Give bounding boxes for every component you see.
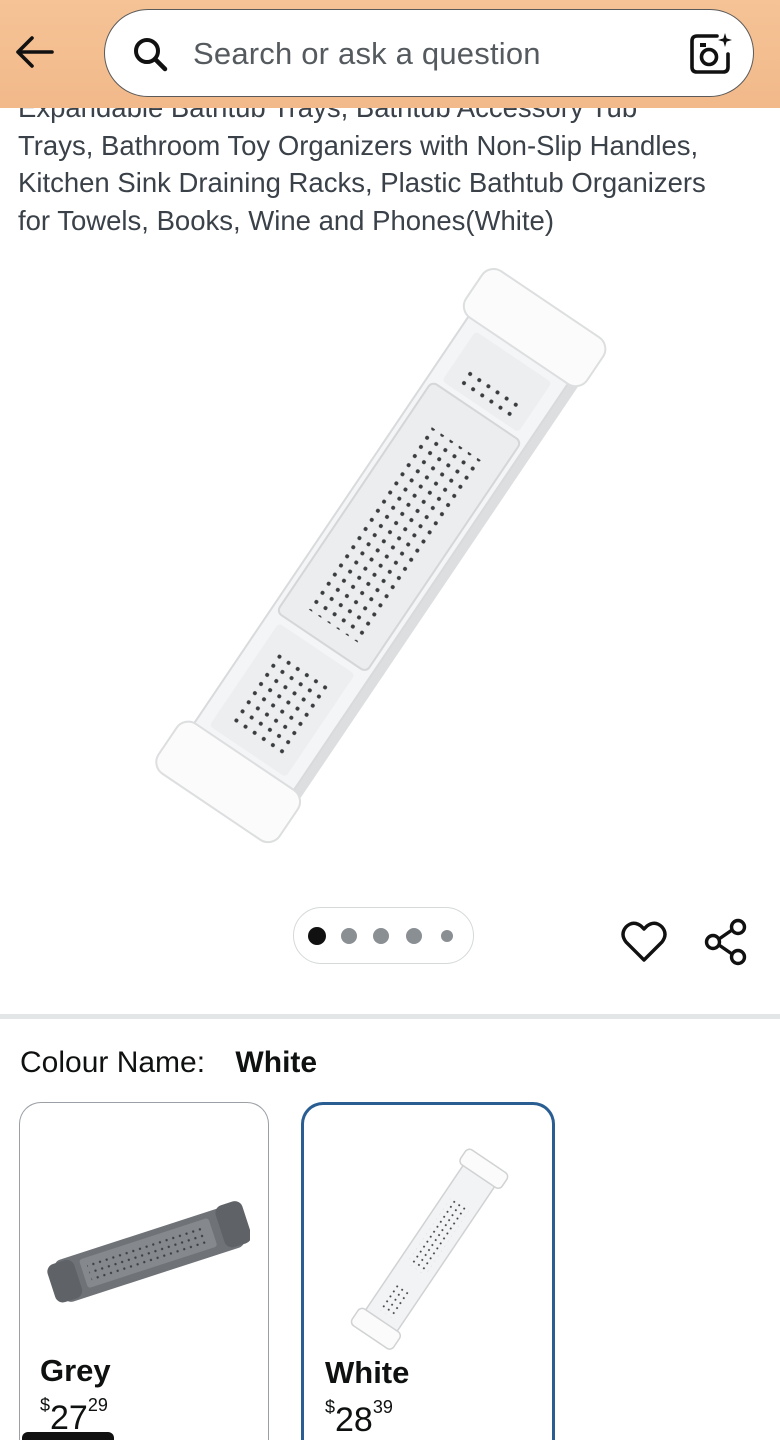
swatch-name: Grey xyxy=(40,1353,111,1388)
swatch-name: White xyxy=(325,1355,410,1390)
share-icon[interactable] xyxy=(700,916,752,968)
carousel-dot[interactable] xyxy=(406,928,422,944)
top-header: Search or ask a question xyxy=(0,0,780,108)
swatch-image-white xyxy=(350,1148,509,1350)
price-symbol: $ xyxy=(40,1395,51,1415)
heart-icon[interactable] xyxy=(618,916,670,968)
image-carousel-indicator[interactable] xyxy=(293,907,474,964)
product-image[interactable] xyxy=(150,250,610,860)
price-fraction: 29 xyxy=(87,1395,108,1415)
product-title-line: Trays, Bathroom Toy Organizers with Non-… xyxy=(18,129,699,161)
swatch-grey[interactable]: Grey $2729 xyxy=(19,1102,269,1440)
camera-lens-icon[interactable] xyxy=(687,30,735,78)
carousel-dot-active[interactable] xyxy=(308,927,326,945)
search-input[interactable]: Search or ask a question xyxy=(104,9,754,97)
price-fraction: 39 xyxy=(372,1397,393,1417)
search-icon xyxy=(134,38,168,72)
search-placeholder: Search or ask a question xyxy=(193,36,541,71)
product-title-line: for Towels, Books, Wine and Phones(White… xyxy=(18,204,554,236)
variation-label-row: Colour Name: White xyxy=(20,1046,317,1080)
variation-label: Colour Name: xyxy=(20,1046,206,1079)
carousel-dot[interactable] xyxy=(441,930,453,942)
price-whole: 28 xyxy=(335,1401,373,1439)
variation-selected-value: White xyxy=(235,1046,318,1079)
bottom-tab-indicator xyxy=(22,1432,114,1440)
swatch-white[interactable]: White $2839 xyxy=(301,1102,555,1440)
section-divider xyxy=(0,1014,780,1019)
product-title-container: Expandable Bathtub Trays, Bathtub Access… xyxy=(18,88,768,236)
back-arrow-icon xyxy=(16,36,54,68)
swatch-price: $2839 xyxy=(325,1397,393,1440)
swatch-image-grey xyxy=(47,1201,250,1303)
carousel-dot[interactable] xyxy=(341,928,357,944)
price-symbol: $ xyxy=(325,1397,336,1417)
carousel-dot[interactable] xyxy=(373,928,389,944)
product-title: Expandable Bathtub Trays, Bathtub Access… xyxy=(18,89,763,236)
product-title-line: Kitchen Sink Draining Racks, Plastic Bat… xyxy=(18,167,706,198)
back-button[interactable] xyxy=(10,28,58,76)
